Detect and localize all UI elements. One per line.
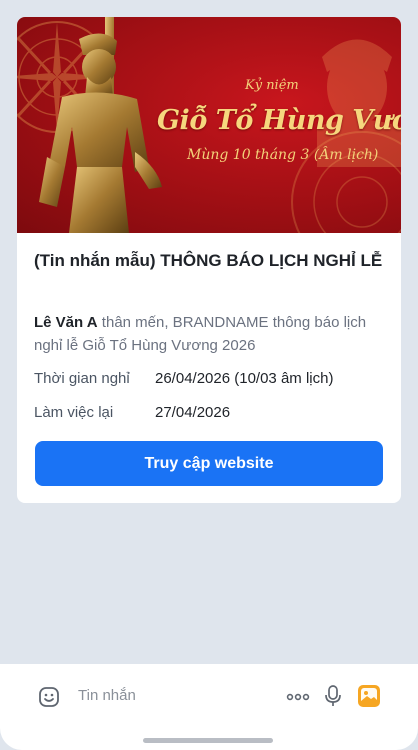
home-indicator[interactable] [143,738,273,743]
visit-website-button[interactable]: Truy cập website [35,441,383,486]
microphone-icon[interactable] [324,684,342,713]
image-icon[interactable] [357,684,381,713]
recipient-name: Lê Văn A [34,314,98,331]
banner-title: Giỗ Tổ Hùng Vương [157,105,401,136]
message-card: Kỷ niệm Giỗ Tổ Hùng Vương Mùng 10 tháng … [17,17,401,503]
detail-value: 27/04/2026 [155,404,231,421]
banner-date: Mùng 10 tháng 3 (Âm lịch) [187,147,379,163]
detail-label: Thời gian nghỉ [34,370,130,387]
detail-value: 26/04/2026 (10/03 âm lịch) [155,370,334,387]
detail-label: Làm việc lại [34,404,114,421]
banner-subtitle: Kỷ niệm [245,78,299,93]
message-input[interactable]: Tin nhắn [78,687,136,704]
chat-screen: Kỷ niệm Giỗ Tổ Hùng Vương Mùng 10 tháng … [0,0,418,750]
message-title: (Tin nhắn mẫu) THÔNG BÁO LỊCH NGHỈ LỄ [34,251,383,270]
message-body: Lê Văn A thân mến, BRANDNAME thông báo l… [34,311,386,357]
emoji-icon[interactable] [38,686,60,713]
banner-image[interactable]: Kỷ niệm Giỗ Tổ Hùng Vương Mùng 10 tháng … [17,17,401,233]
more-icon[interactable] [286,686,310,713]
